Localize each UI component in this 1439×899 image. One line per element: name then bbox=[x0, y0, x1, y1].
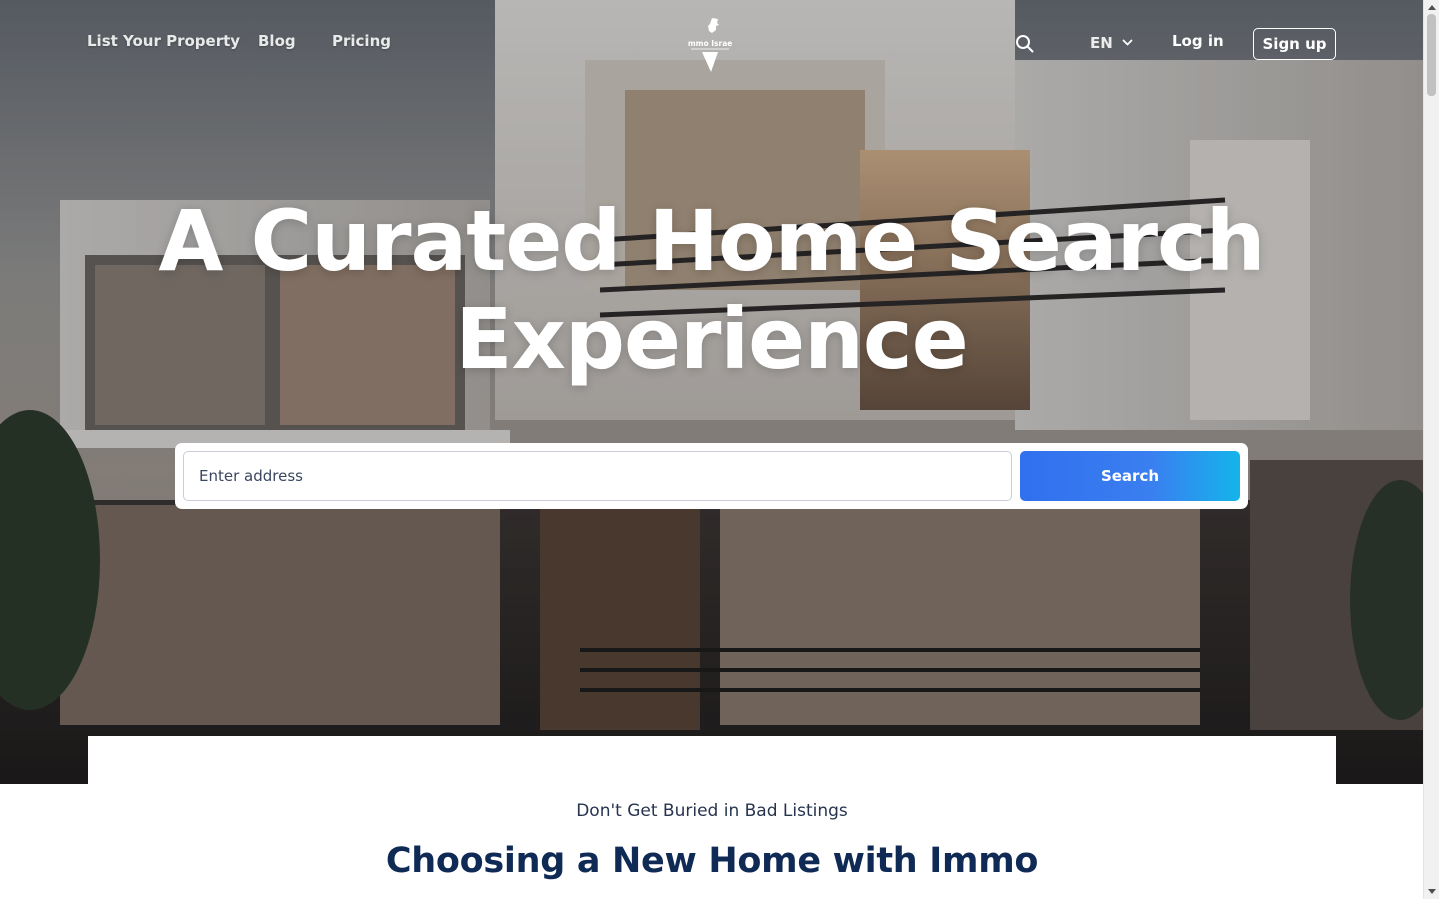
scroll-thumb[interactable] bbox=[1427, 14, 1436, 96]
signup-button[interactable]: Sign up bbox=[1253, 28, 1336, 60]
address-input[interactable] bbox=[183, 451, 1012, 501]
hero-headline-line2: Experience bbox=[455, 290, 968, 388]
hero-banner bbox=[0, 0, 1423, 784]
login-link[interactable]: Log in bbox=[1172, 32, 1224, 50]
immo-israel-logo[interactable]: Immo Israel bbox=[685, 15, 735, 73]
language-label: EN bbox=[1090, 34, 1113, 52]
hero-headline: A Curated Home Search Experience bbox=[60, 192, 1363, 388]
search-button[interactable]: Search bbox=[1020, 451, 1240, 501]
magnifier-icon[interactable] bbox=[1015, 34, 1034, 53]
language-selector[interactable]: EN bbox=[1090, 32, 1133, 54]
scroll-up-arrow-icon[interactable] bbox=[1428, 5, 1436, 10]
svg-text:Immo Israel: Immo Israel bbox=[688, 39, 732, 48]
chevron-down-icon bbox=[1122, 39, 1133, 46]
nav-blog-link[interactable]: Blog bbox=[258, 32, 296, 50]
section-eyebrow: Don't Get Buried in Bad Listings bbox=[576, 801, 848, 821]
scroll-down-arrow-icon[interactable] bbox=[1428, 889, 1436, 894]
intro-section: Don't Get Buried in Bad Listings Choosin… bbox=[88, 736, 1336, 899]
nav-pricing-link[interactable]: Pricing bbox=[332, 32, 391, 50]
address-search-bar: Search bbox=[175, 443, 1248, 509]
page-scrollbar[interactable] bbox=[1423, 0, 1439, 899]
hero-overlay bbox=[0, 0, 1423, 784]
nav-list-property-link[interactable]: List Your Property bbox=[87, 32, 240, 50]
section-title: Choosing a New Home with Immo bbox=[385, 841, 1039, 881]
hero-headline-line1: A Curated Home Search bbox=[158, 192, 1265, 290]
